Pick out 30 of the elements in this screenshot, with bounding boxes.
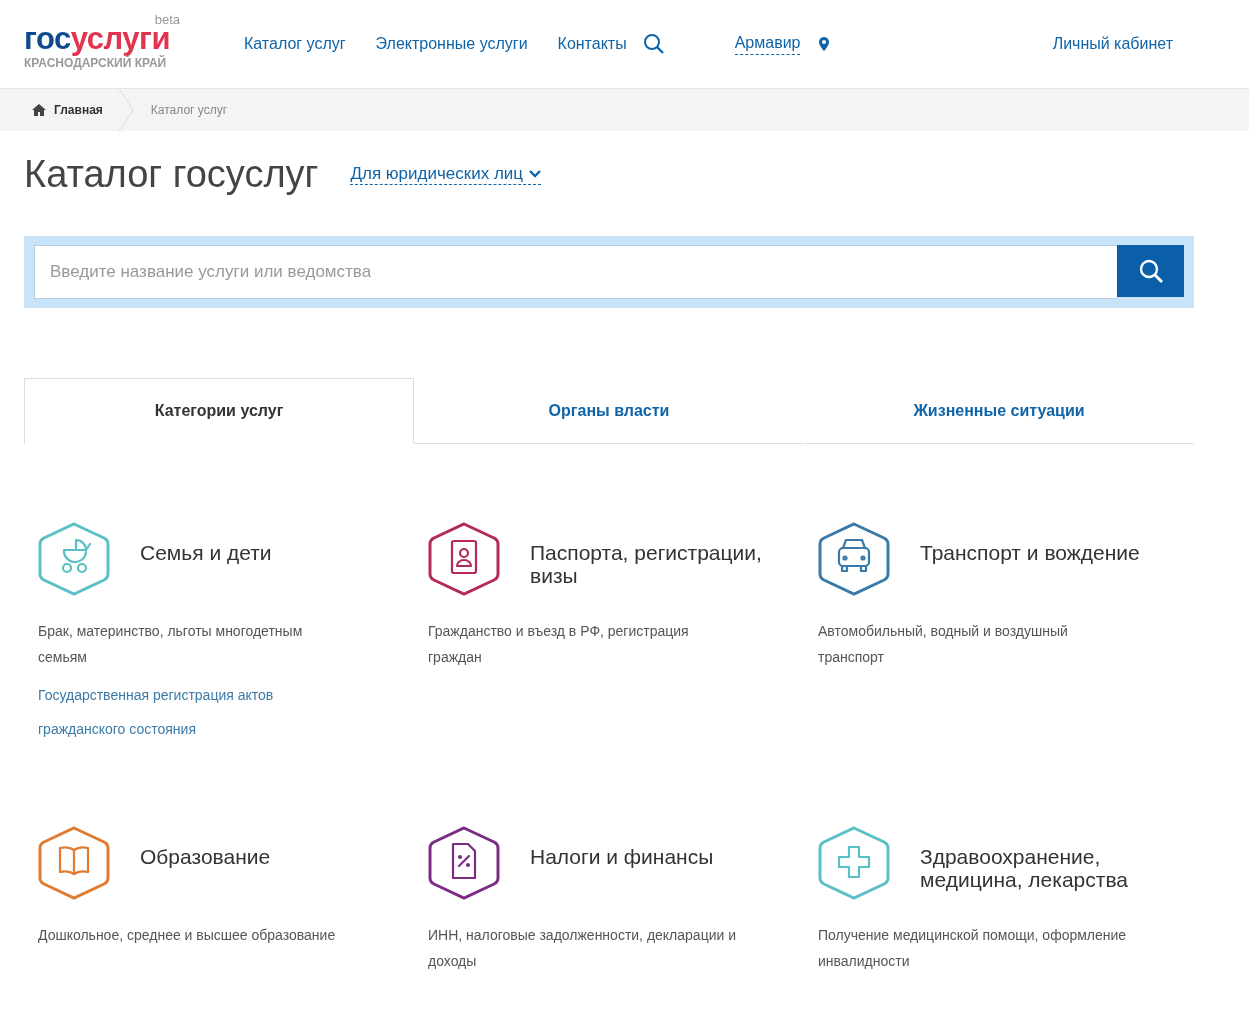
search-field[interactable]: Введите название услуги или ведомства xyxy=(34,245,1117,299)
location-pin-icon[interactable] xyxy=(818,36,831,52)
page-title: Каталог госуслуг xyxy=(24,153,319,196)
category-title[interactable]: Налоги и финансы xyxy=(530,845,714,868)
category-description: Дошкольное, среднее и высшее образование xyxy=(38,926,337,945)
category-description: ИНН, налоговые задолженности, декларации и доходы xyxy=(428,926,738,971)
nav-link[interactable]: Электронные услуги xyxy=(375,35,528,53)
category-title[interactable]: Образование xyxy=(140,845,271,868)
category-description: Брак, материнство, льготы многодетным семьям xyxy=(38,622,304,667)
category-description: Получение медицинской помощи, оформление инвалидности xyxy=(818,926,1128,971)
audience-dropdown[interactable]: Для юридических лиц xyxy=(350,164,542,185)
search-button[interactable] xyxy=(1117,245,1184,297)
nav-link[interactable]: Каталог услуг xyxy=(244,35,346,53)
category-link[interactable]: Государственная регистрация актов гражданского состояния xyxy=(38,678,318,746)
category-title[interactable]: Здравоохранение, медицина, лекарства xyxy=(920,845,1188,891)
tab[interactable]: Категории услуг xyxy=(24,378,414,444)
category-description: Автомобильный, водный и воздушный транспорт xyxy=(818,622,1069,667)
search-icon xyxy=(1137,258,1164,284)
nav-link[interactable]: Контакты xyxy=(557,35,627,53)
chevron-down-icon xyxy=(529,170,542,178)
category-title[interactable]: Транспорт и вождение xyxy=(920,541,1140,564)
search-icon[interactable] xyxy=(642,33,665,55)
breadcrumb-link[interactable]: Каталог услуг xyxy=(150,103,227,117)
category-description: Гражданство и въезд в РФ, регистрация граждан xyxy=(428,622,690,667)
home-icon[interactable] xyxy=(32,104,46,116)
breadcrumb-link[interactable]: Главная xyxy=(54,103,103,117)
category-title[interactable]: Семья и дети xyxy=(140,541,272,564)
category-title[interactable]: Паспорта, регистрации, визы xyxy=(530,541,798,587)
account-link[interactable]: Личный кабинет xyxy=(1052,35,1173,53)
city-link[interactable]: Армавир xyxy=(734,33,801,55)
